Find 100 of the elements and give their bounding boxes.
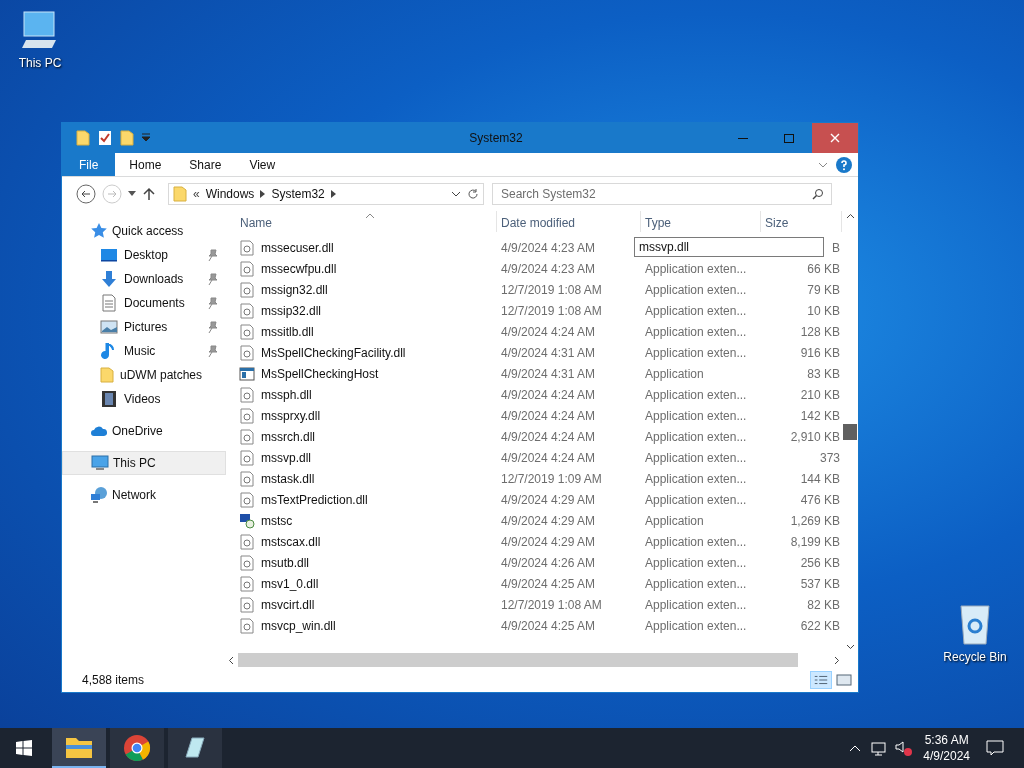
ribbon-tab[interactable]: File <box>62 153 116 176</box>
help-icon[interactable] <box>836 156 852 173</box>
sidebar-item[interactable]: Quick access <box>62 219 226 243</box>
file-name[interactable]: MsSpellCheckingHost <box>261 364 379 383</box>
file-name[interactable]: mssecwfpu.dll <box>261 259 337 278</box>
file-name[interactable]: msTextPrediction.dll <box>261 490 368 509</box>
date-cell-text: 4/9/2024 4:29 AM <box>500 533 597 551</box>
scroll-thumb[interactable] <box>843 424 857 440</box>
pin-icon[interactable] <box>208 249 218 261</box>
scroll-up-icon[interactable] <box>845 213 855 219</box>
file-name[interactable]: mstscax.dll <box>261 532 321 551</box>
sidebar-item[interactable]: Music <box>62 339 226 363</box>
ribbon-tab[interactable]: Share <box>175 153 236 176</box>
sidebar-item[interactable]: Documents <box>62 291 226 315</box>
clock-date[interactable]: 4/9/2024 <box>923 748 970 764</box>
file-name[interactable]: msv1_0.dll <box>261 574 319 593</box>
type-cell-text: Application exten... <box>644 260 748 278</box>
scroll-thumb[interactable] <box>238 653 798 667</box>
date-cell-text: 4/9/2024 4:23 AM <box>500 260 597 278</box>
date-cell-text: 12/7/2019 1:08 AM <box>500 302 603 320</box>
chevron-right-icon[interactable] <box>260 190 266 198</box>
file-name[interactable]: mssrch.dll <box>261 427 315 446</box>
type-cell-text: Application exten... <box>644 386 748 404</box>
file-name[interactable]: msvcirt.dll <box>261 595 315 614</box>
size-cell-text: 83 KB <box>806 365 841 383</box>
properties-icon[interactable] <box>98 130 112 146</box>
file-name[interactable]: mssip32.dll <box>261 301 322 320</box>
column-header[interactable]: Date modified <box>497 211 641 232</box>
file-name[interactable]: msvcp_win.dll <box>261 616 336 635</box>
sidebar-item[interactable]: Videos <box>62 387 226 411</box>
type-cell-text: Application exten... <box>644 344 748 362</box>
network-disconnected-icon[interactable] <box>871 740 888 756</box>
scroll-right-icon[interactable] <box>834 655 840 665</box>
column-header[interactable]: Type <box>641 211 761 232</box>
size-cell-text: 10 KB <box>806 302 841 320</box>
dropdown-icon[interactable] <box>142 133 150 143</box>
ribbon-tab[interactable]: View <box>235 153 290 176</box>
date-cell-text: 4/9/2024 4:31 AM <box>500 344 597 362</box>
chevron-down-icon[interactable] <box>451 191 461 197</box>
scroll-down-icon[interactable] <box>845 644 855 650</box>
volume-muted-icon[interactable] <box>895 740 914 756</box>
breadcrumb[interactable]: Windows <box>205 185 255 203</box>
recycle-bin-icon[interactable] <box>957 602 993 646</box>
sidebar-item[interactable]: uDWM patches <box>62 363 226 387</box>
address-bar[interactable]: « Windows System32 <box>168 183 484 205</box>
taskbar-app[interactable] <box>110 728 164 768</box>
pin-icon[interactable] <box>208 297 218 309</box>
search-field[interactable]: Search System32 <box>492 183 832 205</box>
clock-time[interactable]: 5:36 AM <box>924 732 969 748</box>
scroll-left-icon[interactable] <box>228 655 234 665</box>
pin-icon[interactable] <box>208 345 218 357</box>
back-icon[interactable] <box>76 184 96 204</box>
type-cell-text: Application exten... <box>644 323 748 341</box>
file-name[interactable]: mssign32.dll <box>261 280 328 299</box>
date-cell-text: 4/9/2024 4:26 AM <box>500 554 597 572</box>
gear-file-icon <box>239 491 255 508</box>
horizontal-scrollbar[interactable] <box>226 652 842 668</box>
refresh-icon[interactable] <box>467 188 479 200</box>
chevron-right-icon[interactable] <box>330 190 336 198</box>
size-cell-text: 916 KB <box>799 344 841 362</box>
sort-up-icon <box>366 213 374 218</box>
caret-icon[interactable] <box>128 191 136 197</box>
sidebar-item[interactable]: Desktop <box>62 243 226 267</box>
overflow-chevrons[interactable]: « <box>193 185 200 203</box>
sidebar-item[interactable]: Network <box>62 483 226 507</box>
taskbar-app[interactable] <box>168 728 222 768</box>
up-arrow-icon[interactable] <box>142 187 156 201</box>
details-view-icon[interactable] <box>810 671 832 689</box>
chevron-up-icon[interactable] <box>849 744 862 752</box>
sidebar-item[interactable]: Pictures <box>62 315 226 339</box>
sidebar-item[interactable]: This PC <box>62 451 226 475</box>
pin-icon[interactable] <box>208 273 218 285</box>
notifications-icon[interactable] <box>986 740 1004 756</box>
file-name[interactable]: mssvp.dll <box>261 448 311 467</box>
column-header[interactable]: Name <box>236 211 497 232</box>
sidebar-item[interactable]: Downloads <box>62 267 226 291</box>
ribbon-tab[interactable]: Home <box>115 153 176 176</box>
file-name[interactable]: mssitlb.dll <box>261 322 314 341</box>
date-cell-text: 4/9/2024 4:24 AM <box>500 386 597 404</box>
file-name[interactable]: mstsc <box>261 511 293 530</box>
notepad-icon <box>182 735 208 761</box>
sidebar-item[interactable]: OneDrive <box>62 419 226 443</box>
date-cell-text: 4/9/2024 4:29 AM <box>500 491 597 509</box>
desktop-icon <box>100 246 118 264</box>
file-name[interactable]: mssprxy.dll <box>261 406 321 425</box>
file-name[interactable]: mssph.dll <box>261 385 312 404</box>
size-cell-text: 537 KB <box>799 575 841 593</box>
rename-field[interactable]: mssvp.dll <box>634 237 824 257</box>
application-icon <box>239 365 255 382</box>
pin-icon[interactable] <box>208 321 218 333</box>
gear-file-icon <box>239 554 255 571</box>
size-cell-text: 256 KB <box>799 554 841 572</box>
size-cell-text: 622 KB <box>799 617 841 635</box>
file-name[interactable]: mstask.dll <box>261 469 315 488</box>
gear-file-icon <box>239 386 255 403</box>
breadcrumb[interactable]: System32 <box>271 185 325 203</box>
taskbar-app[interactable] <box>52 728 106 768</box>
file-name[interactable]: msutb.dll <box>261 553 310 572</box>
file-name[interactable]: mssecuser.dll <box>261 238 334 257</box>
file-name[interactable]: MsSpellCheckingFacility.dll <box>261 343 406 362</box>
